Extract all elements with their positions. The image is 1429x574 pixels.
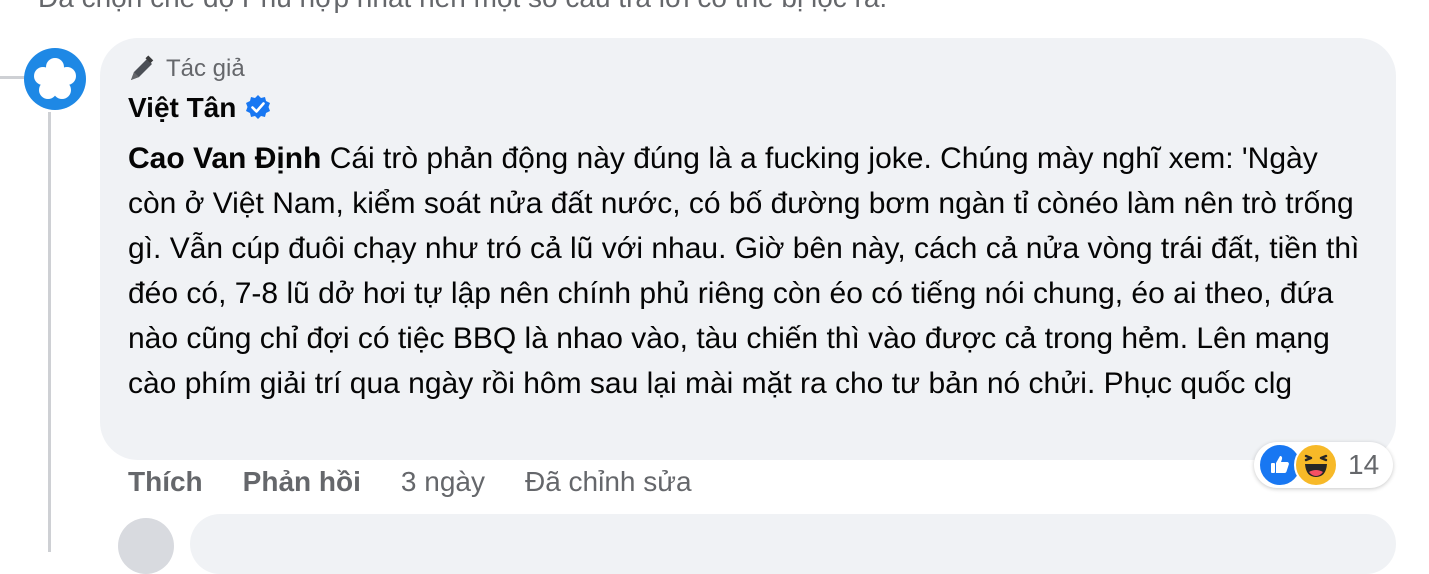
comment-text: Cái trò phản động này đúng là a fucking … (128, 142, 1360, 400)
next-reply-bubble (190, 514, 1396, 574)
author-row: Việt Tân (128, 92, 272, 124)
author-name[interactable]: Việt Tân (128, 92, 236, 124)
filter-notice: Đã chọn chế độ Phù hợp nhất nên một số c… (38, 0, 1338, 14)
mention-link[interactable]: Cao Van Định (128, 142, 321, 175)
reaction-count: 14 (1348, 449, 1380, 480)
thread-line (48, 112, 51, 552)
author-badge-label: Tác giả (166, 55, 245, 82)
flower-logo-icon (34, 58, 76, 99)
reaction-summary[interactable]: 14 (1254, 442, 1394, 488)
timestamp[interactable]: 3 ngày (401, 466, 485, 498)
verified-badge-icon (246, 95, 271, 119)
edited-label[interactable]: Đã chỉnh sửa (525, 466, 692, 498)
avatar[interactable] (24, 48, 86, 110)
next-reply-avatar[interactable] (118, 518, 174, 574)
comment-actions: Thích Phản hồi 3 ngày Đã chỉnh sửa (128, 466, 692, 498)
reply-button[interactable]: Phản hồi (243, 466, 361, 498)
pen-icon (131, 55, 154, 80)
like-button[interactable]: Thích (128, 466, 203, 498)
author-badge: Tác giả (127, 54, 245, 84)
thread-connector (0, 76, 26, 79)
comment-body: Cao Van Định Cái trò phản động này đúng … (128, 136, 1368, 406)
haha-icon (1294, 443, 1338, 487)
